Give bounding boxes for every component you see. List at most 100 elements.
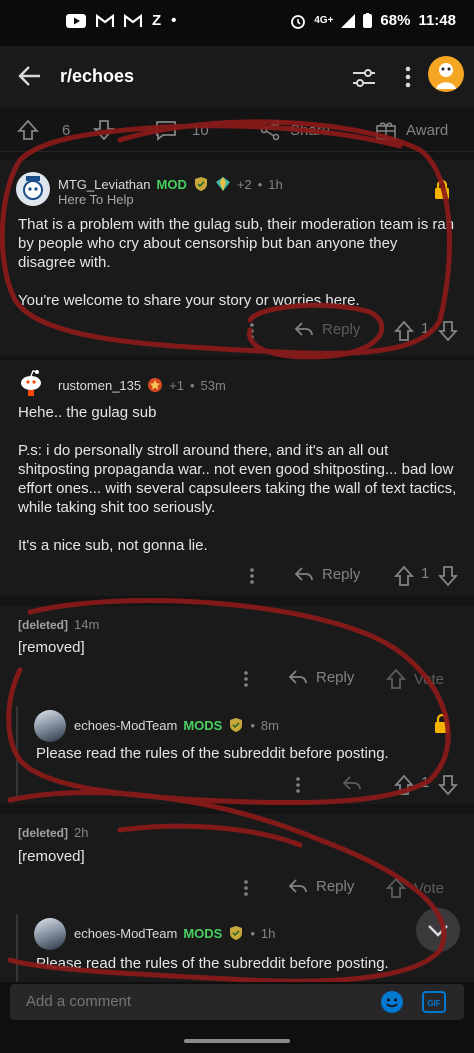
gif-icon[interactable]: GIF bbox=[422, 990, 446, 1014]
extra-awards: +2 bbox=[236, 176, 252, 192]
share-button[interactable]: Share bbox=[258, 118, 330, 142]
reply-icon bbox=[294, 322, 313, 336]
avatar[interactable] bbox=[34, 710, 66, 742]
scroll-down-button[interactable] bbox=[416, 908, 460, 952]
vote-label: Vote bbox=[414, 879, 445, 897]
comment-time: 8m bbox=[260, 717, 279, 733]
more-options-icon[interactable] bbox=[292, 774, 304, 796]
lock-icon bbox=[435, 180, 449, 199]
comment-header: [deleted] 2h bbox=[18, 825, 88, 840]
comment-body: Please read the rules of the subreddit b… bbox=[36, 744, 456, 763]
network-type: 4G+ bbox=[314, 15, 334, 26]
comment-header: echoes-ModTeam MODS • 1h bbox=[74, 925, 276, 941]
gem-award-icon bbox=[215, 177, 230, 191]
upvote-icon[interactable] bbox=[16, 118, 40, 142]
user-avatar[interactable] bbox=[428, 56, 464, 92]
mod-badge: MODS bbox=[183, 717, 223, 733]
thread-line bbox=[16, 914, 18, 982]
comment-author[interactable]: MTG_Leviathan bbox=[58, 177, 151, 192]
youtube-icon bbox=[66, 13, 86, 28]
dot-icon: • bbox=[171, 12, 177, 29]
more-options-icon[interactable] bbox=[246, 565, 258, 587]
home-indicator[interactable] bbox=[184, 1039, 290, 1043]
downvote-icon[interactable] bbox=[438, 774, 458, 796]
upvote-icon[interactable] bbox=[394, 320, 414, 342]
clock: 11:48 bbox=[418, 12, 456, 29]
battery-icon bbox=[363, 13, 373, 28]
post-action-bar: 6 10 Share Award bbox=[0, 108, 474, 152]
downvote-icon[interactable] bbox=[438, 320, 458, 342]
comment-actions: Reply 1 bbox=[0, 565, 474, 589]
vote-button[interactable]: Vote bbox=[386, 668, 444, 690]
comment-author[interactable]: echoes-ModTeam bbox=[74, 926, 177, 941]
comment: rustomen_135 +1 • 53m Hehe.. the gulag s… bbox=[0, 360, 474, 596]
comment-text: [removed] bbox=[18, 639, 85, 656]
comment-time: 1h bbox=[268, 176, 283, 192]
award-badge-icon bbox=[148, 378, 163, 392]
reply-button[interactable]: Reply bbox=[288, 877, 354, 895]
award-button[interactable]: Award bbox=[374, 118, 448, 142]
reply-icon bbox=[288, 879, 307, 893]
more-options-icon[interactable] bbox=[240, 877, 252, 899]
comment-input-box[interactable]: GIF bbox=[10, 984, 464, 1020]
comment-body: Please read the rules of the subreddit b… bbox=[36, 954, 456, 973]
comment-time: 2h bbox=[74, 825, 89, 840]
vote-button[interactable]: Vote bbox=[386, 877, 444, 899]
reply-icon[interactable] bbox=[342, 774, 362, 792]
reply-label: Reply bbox=[322, 320, 361, 338]
comment-body: [removed] bbox=[18, 638, 458, 657]
comment-actions: 1 bbox=[0, 774, 474, 798]
comment-header: MTG_Leviathan MOD +2 • 1h bbox=[58, 176, 283, 192]
upvote-icon bbox=[386, 877, 406, 898]
emoji-icon[interactable] bbox=[380, 990, 404, 1014]
more-options-icon[interactable] bbox=[246, 320, 258, 342]
comment-actions: Reply Vote bbox=[0, 668, 474, 692]
comment-text: Please read the rules of the subreddit b… bbox=[36, 745, 389, 762]
z-app-icon: Z bbox=[152, 12, 162, 29]
comment-input[interactable] bbox=[26, 993, 346, 1010]
comment-body: Hehe.. the gulag sub P.s: i do personall… bbox=[18, 403, 458, 555]
reply-button[interactable]: Reply bbox=[288, 668, 354, 686]
comment-text: It's a nice sub, not gonna lie. bbox=[18, 537, 208, 554]
shield-award-icon bbox=[194, 177, 207, 191]
comment: [deleted] 14m [removed] Reply Vote echoe… bbox=[0, 606, 474, 804]
avatar[interactable] bbox=[34, 918, 66, 950]
reply-button[interactable]: Reply bbox=[294, 565, 360, 583]
shield-award-icon bbox=[230, 718, 243, 732]
downvote-icon[interactable] bbox=[438, 565, 458, 587]
gif-label: GIF bbox=[427, 999, 440, 1008]
comment-text: That is a problem with the gulag sub, th… bbox=[18, 216, 455, 271]
reply-button[interactable]: Reply bbox=[294, 320, 360, 338]
comment-body: [removed] bbox=[18, 847, 458, 866]
comment: [deleted] 2h [removed] Reply Vote echoes… bbox=[0, 814, 474, 982]
avatar[interactable] bbox=[16, 366, 46, 396]
comment-author: [deleted] bbox=[18, 825, 69, 840]
sort-filter-icon[interactable] bbox=[350, 64, 378, 92]
status-bar: Z • 4G+ 68% 11:48 bbox=[0, 0, 474, 46]
comment-header: [deleted] 14m bbox=[18, 617, 99, 632]
comment-body: That is a problem with the gulag sub, th… bbox=[18, 215, 458, 310]
reply-label: Reply bbox=[316, 877, 355, 895]
signal-icon bbox=[341, 13, 356, 28]
comment-text: P.s: i do personally stroll around there… bbox=[18, 442, 457, 516]
upvote-icon[interactable] bbox=[394, 774, 414, 796]
comments-button[interactable]: 10 bbox=[154, 118, 209, 142]
comment-score: 1 bbox=[421, 774, 430, 791]
comment-text: You're welcome to share your story or wo… bbox=[18, 292, 360, 309]
gmail-icon bbox=[96, 13, 114, 27]
mod-badge: MOD bbox=[156, 176, 187, 192]
back-arrow-icon[interactable] bbox=[14, 60, 46, 92]
chevron-down-icon bbox=[428, 925, 448, 937]
more-options-icon[interactable] bbox=[240, 668, 252, 690]
comment-header: echoes-ModTeam MODS • 8m bbox=[74, 717, 279, 733]
comment-author[interactable]: rustomen_135 bbox=[58, 378, 141, 393]
lock-icon bbox=[435, 714, 449, 733]
comment-author[interactable]: echoes-ModTeam bbox=[74, 718, 177, 733]
more-options-icon[interactable] bbox=[398, 62, 418, 92]
reply-label: Reply bbox=[322, 565, 361, 583]
avatar[interactable] bbox=[16, 172, 50, 206]
upvote-icon[interactable] bbox=[394, 565, 414, 587]
mod-badge: MODS bbox=[183, 925, 223, 941]
subreddit-title[interactable]: r/echoes bbox=[60, 66, 134, 87]
downvote-icon[interactable] bbox=[92, 118, 116, 142]
